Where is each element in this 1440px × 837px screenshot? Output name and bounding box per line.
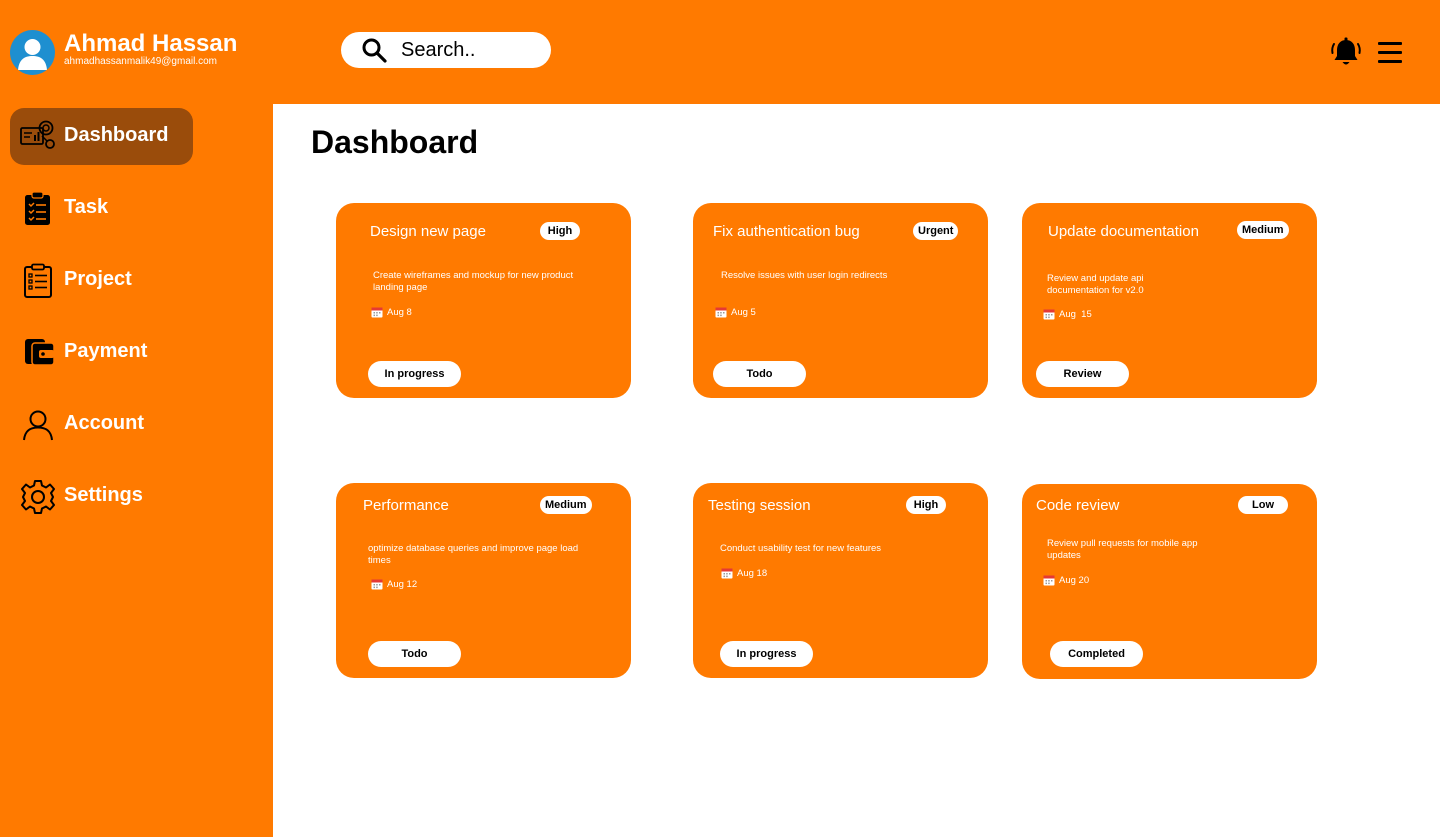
- sidebar-item-settings[interactable]: Settings: [10, 468, 193, 525]
- status-button[interactable]: Review: [1036, 361, 1129, 387]
- priority-badge: High: [906, 496, 946, 514]
- card-date: Aug 18: [721, 567, 767, 579]
- calendar-icon: [1043, 309, 1055, 320]
- card-date-text: Aug 20: [1059, 574, 1090, 586]
- sidebar-item-payment[interactable]: Payment: [10, 324, 193, 381]
- sidebar: Dashboard Task Project Payment Account S…: [0, 104, 273, 837]
- top-bar: Ahmad Hassan ahmadhassanmalik49@gmail.co…: [0, 0, 1440, 104]
- calendar-icon: [715, 307, 727, 318]
- task-card[interactable]: Fix authentication bug Urgent Resolve is…: [693, 203, 988, 398]
- sidebar-item-dashboard[interactable]: Dashboard: [10, 108, 193, 165]
- status-button[interactable]: Todo: [368, 641, 461, 667]
- checklist-icon: [24, 263, 52, 298]
- card-date: Aug 12: [371, 578, 417, 590]
- sidebar-item-label: Dashboard: [64, 124, 169, 146]
- task-card[interactable]: Design new page High Create wireframes a…: [336, 203, 631, 398]
- sidebar-item-task[interactable]: Task: [10, 180, 193, 237]
- avatar[interactable]: [10, 30, 55, 75]
- search-input[interactable]: [401, 38, 541, 62]
- sidebar-item-label: Task: [64, 196, 109, 218]
- card-date: Aug 20: [1043, 574, 1089, 586]
- status-button[interactable]: Todo: [713, 361, 806, 387]
- wallet-icon: [25, 339, 55, 366]
- card-title: Design new page: [370, 223, 486, 240]
- task-card[interactable]: Update documentation Medium Review and u…: [1022, 203, 1317, 398]
- dashboard-icon: [20, 120, 55, 149]
- card-title: Testing session: [708, 497, 811, 514]
- card-date-text: Aug 12: [387, 578, 418, 590]
- status-button[interactable]: In progress: [720, 641, 813, 667]
- sidebar-item-label: Project: [64, 268, 132, 290]
- priority-badge: High: [540, 222, 580, 240]
- card-description: Resolve issues with user login redirects: [721, 270, 888, 281]
- card-description: Review pull requests for mobile app upda…: [1047, 538, 1198, 561]
- sidebar-item-label: Account: [64, 412, 144, 434]
- sidebar-item-label: Payment: [64, 340, 148, 362]
- gear-icon: [21, 480, 55, 514]
- priority-badge: Low: [1238, 496, 1288, 514]
- user-email: ahmadhassanmalik49@gmail.com: [64, 56, 217, 67]
- card-title: Performance: [363, 497, 449, 514]
- card-title: Code review: [1036, 497, 1120, 514]
- card-date: Aug 8: [371, 306, 412, 318]
- calendar-icon: [371, 307, 383, 318]
- calendar-icon: [721, 568, 733, 579]
- priority-badge: Medium: [1237, 221, 1289, 239]
- card-date-text: Aug 8: [387, 306, 412, 318]
- card-date-text: Aug 15: [1059, 308, 1092, 320]
- user-icon: [23, 410, 53, 441]
- clipboard-icon: [25, 191, 50, 225]
- page-title: Dashboard: [311, 124, 479, 160]
- sidebar-item-project[interactable]: Project: [10, 252, 193, 309]
- card-date-text: Aug 5: [731, 306, 756, 318]
- task-card[interactable]: Code review Low Review pull requests for…: [1022, 484, 1317, 679]
- task-card[interactable]: Performance Medium optimize database que…: [336, 483, 631, 678]
- calendar-icon: [1043, 575, 1055, 586]
- card-title: Fix authentication bug: [713, 223, 860, 240]
- card-description: Create wireframes and mockup for new pro…: [373, 270, 574, 293]
- card-date: Aug 5: [715, 306, 756, 318]
- task-card[interactable]: Testing session High Conduct usability t…: [693, 483, 988, 678]
- card-date-text: Aug 18: [737, 567, 768, 579]
- bell-icon[interactable]: [1329, 36, 1363, 70]
- priority-badge: Urgent: [913, 222, 959, 240]
- status-button[interactable]: In progress: [368, 361, 461, 387]
- user-name: Ahmad Hassan: [64, 30, 238, 57]
- calendar-icon: [371, 579, 383, 590]
- card-description: Review and update api documentation for …: [1047, 273, 1144, 296]
- menu-icon[interactable]: [1378, 42, 1402, 64]
- search-icon[interactable]: [361, 37, 387, 63]
- sidebar-item-label: Settings: [64, 484, 143, 506]
- search-bar[interactable]: [341, 32, 551, 68]
- card-description: optimize database queries and improve pa…: [368, 543, 579, 566]
- card-description: Conduct usability test for new features: [720, 543, 882, 554]
- card-date: Aug 15: [1043, 308, 1092, 320]
- sidebar-item-account[interactable]: Account: [10, 396, 193, 453]
- status-button[interactable]: Completed: [1050, 641, 1143, 667]
- priority-badge: Medium: [540, 496, 592, 514]
- card-title: Update documentation: [1048, 223, 1199, 240]
